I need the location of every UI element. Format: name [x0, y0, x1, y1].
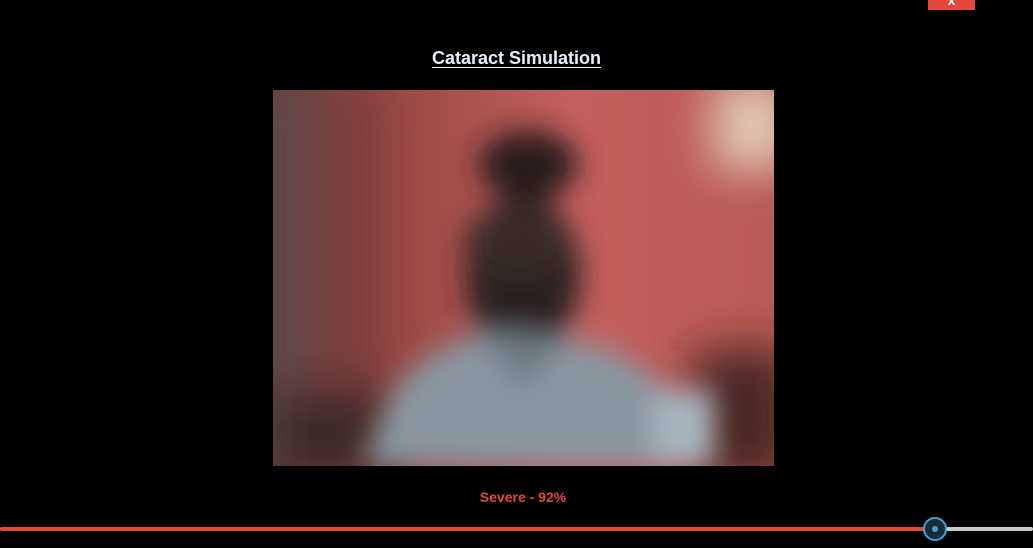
severity-slider[interactable]: [0, 516, 1033, 542]
camera-feed: [273, 90, 774, 466]
severity-label: Severe - 92%: [479, 489, 567, 505]
slider-thumb-handle[interactable]: [923, 517, 948, 541]
slider-fill: [0, 527, 934, 531]
cataract-simulation-page: x Cataract Simulation Severe - 92%: [0, 0, 1033, 548]
blurred-video-image: [273, 90, 774, 466]
page-title: Cataract Simulation: [431, 48, 602, 68]
close-button[interactable]: x: [928, 0, 975, 10]
